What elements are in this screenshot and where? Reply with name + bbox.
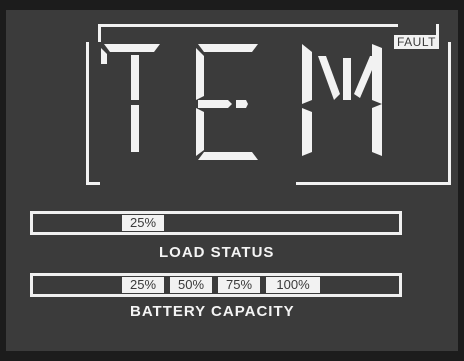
- load-segment: 25%: [122, 215, 164, 231]
- segment-char-e: [196, 44, 258, 160]
- bezel: [0, 351, 464, 361]
- battery-capacity-label: BATTERY CAPACITY: [124, 303, 301, 320]
- battery-segment: 100%: [266, 277, 320, 293]
- battery-capacity-bar: 25% 50% 75% 100%: [30, 273, 402, 297]
- lcd-panel: FAULT 25% LOAD STATUS 25% 50% 75% 100% B…: [0, 0, 464, 361]
- load-status-bar: 25%: [30, 211, 402, 235]
- load-status-label: LOAD STATUS: [153, 244, 281, 261]
- segment-display: [0, 0, 464, 200]
- segment-char-m: [302, 44, 382, 156]
- battery-segment: 25%: [122, 277, 164, 293]
- battery-segment: 75%: [218, 277, 260, 293]
- segment-char-t: [101, 44, 160, 152]
- battery-segment: 50%: [170, 277, 212, 293]
